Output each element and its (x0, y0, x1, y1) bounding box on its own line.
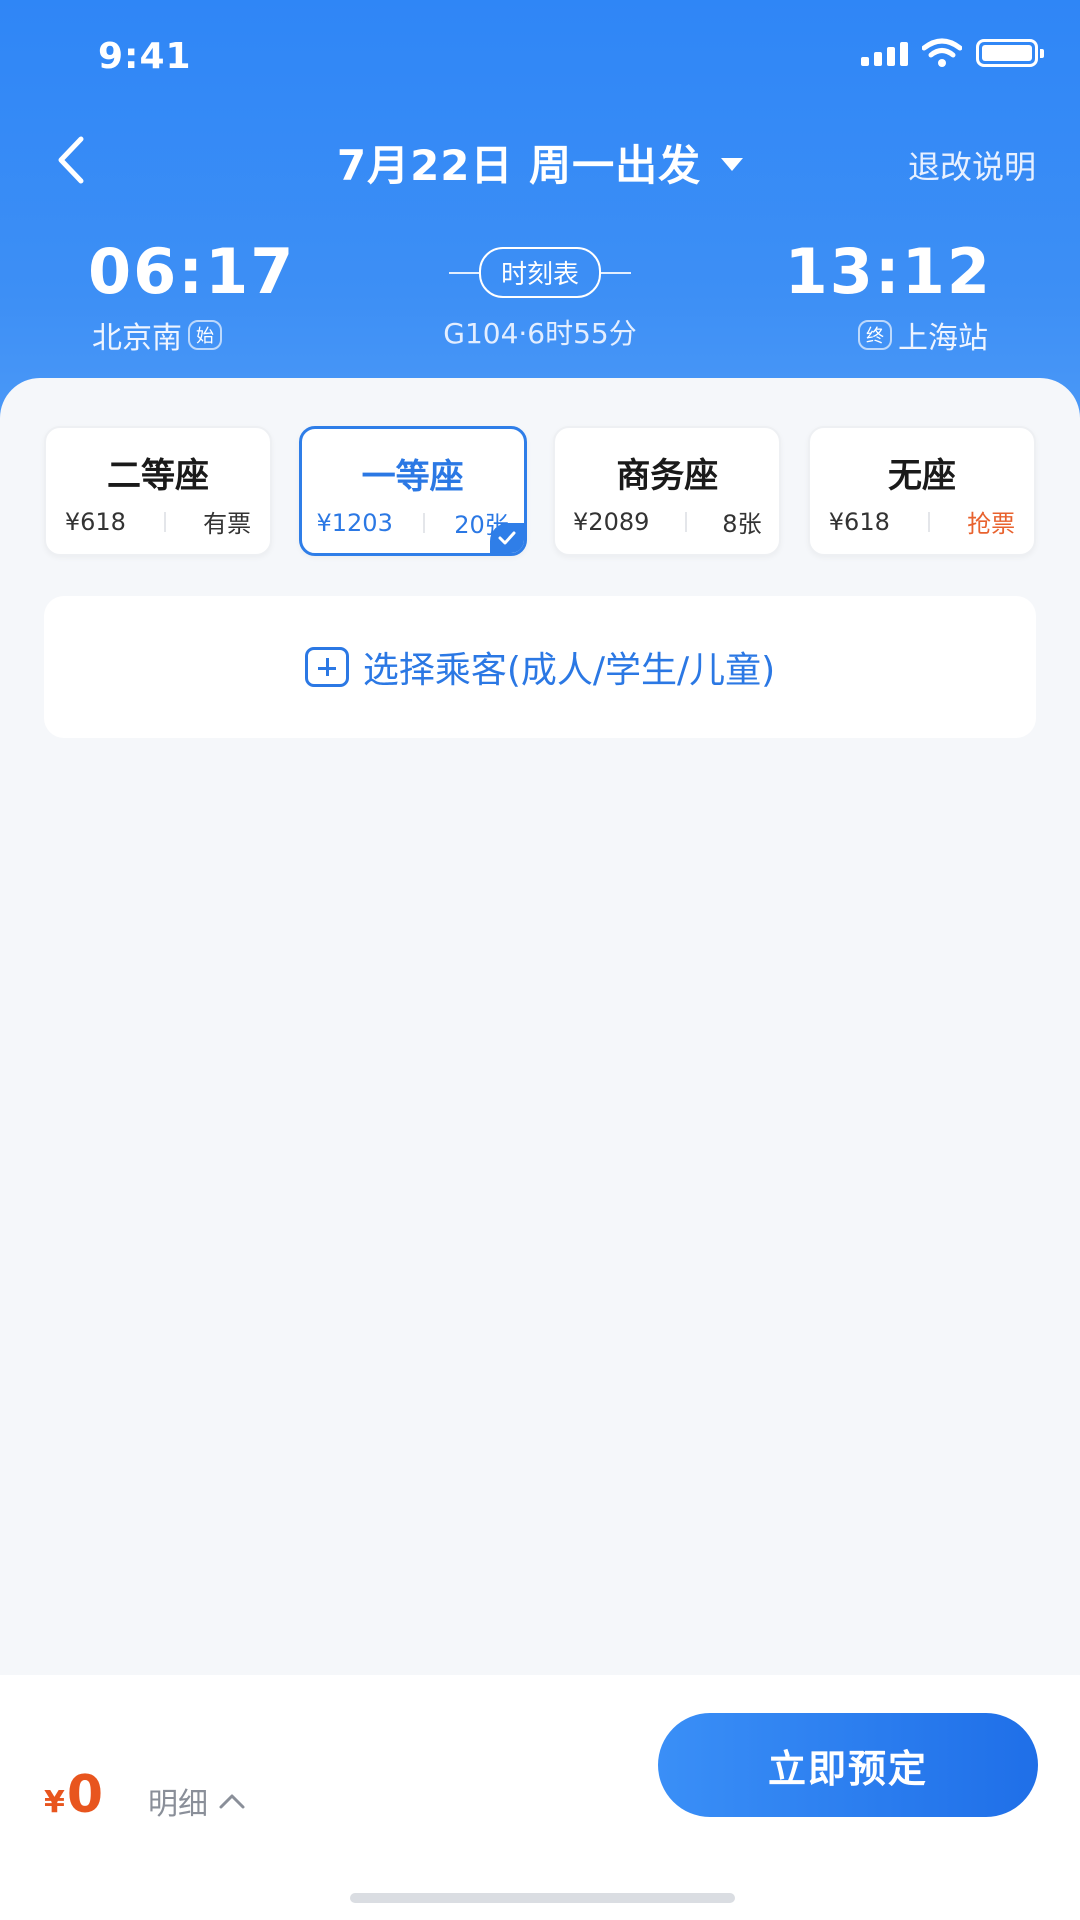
divider (422, 512, 425, 533)
price-detail-toggle[interactable]: 明细 (148, 1779, 246, 1823)
selected-check-icon (489, 523, 524, 553)
arrival-time: 13:12 (784, 235, 992, 308)
caret-down-icon (721, 158, 744, 171)
seat-card-standing[interactable]: 无座 ¥618 抢票 (807, 426, 1036, 556)
seat-availability: 8张 (722, 510, 762, 538)
status-bar: 9:41 (0, 0, 1080, 110)
timetable-line-right (601, 271, 631, 274)
chevron-up-icon (219, 1794, 245, 1809)
date-title: 7月22日 周一出发 (336, 141, 702, 190)
header: 9:41 7月22日 周一出发 退改说明 06:17 北京南 始 时刻表 G10… (0, 0, 1080, 420)
terminal-tag: 终 (858, 320, 892, 350)
battery-icon (976, 39, 1044, 67)
nav-bar: 7月22日 周一出发 退改说明 (0, 120, 1080, 200)
timetable-button[interactable]: 时刻表 (478, 247, 601, 298)
price-value: 0 (66, 1765, 104, 1825)
train-info: G104·6时55分 (443, 317, 637, 350)
divider (163, 511, 166, 532)
seat-name: 一等座 (361, 457, 464, 497)
signal-icon (861, 40, 908, 66)
seat-availability: 有票 (203, 510, 252, 538)
content-area: 二等座 ¥618 有票 一等座 ¥1203 20张 商务座 ¥2089 8张 无… (0, 378, 1080, 1678)
detail-label: 明细 (148, 1787, 208, 1822)
timetable-line-left (448, 271, 479, 274)
grab-ticket-label: 抢票 (967, 510, 1016, 538)
seat-name: 二等座 (107, 456, 209, 496)
status-time: 9:41 (98, 36, 192, 77)
bottom-bar: ¥ 0 明细 立即预定 (0, 1675, 1080, 1920)
select-passenger-button[interactable]: 选择乘客(成人/学生/儿童) (44, 596, 1036, 738)
arrival-station-row: 终 上海站 (858, 313, 988, 357)
seat-price: ¥618 (64, 507, 126, 536)
trip-info: 06:17 北京南 始 时刻表 G104·6时55分 13:12 终 上海站 (0, 235, 1080, 357)
seat-name: 商务座 (616, 456, 719, 496)
seat-name: 无座 (887, 456, 956, 496)
divider (927, 511, 930, 532)
seat-card-first-class[interactable]: 一等座 ¥1203 20张 (298, 426, 527, 556)
status-icons (861, 38, 1044, 68)
seat-price: ¥618 (828, 507, 890, 536)
arrival-station: 上海站 (898, 321, 988, 356)
wifi-icon (922, 38, 962, 67)
home-indicator (350, 1893, 735, 1903)
seat-price: ¥2089 (573, 507, 650, 536)
divider (684, 511, 687, 532)
refund-policy-link[interactable]: 退改说明 (908, 142, 1036, 188)
seat-card-business-class[interactable]: 商务座 ¥2089 8张 (553, 426, 782, 556)
select-passenger-label: 选择乘客(成人/学生/儿童) (362, 650, 776, 691)
seat-price: ¥1203 (316, 508, 393, 537)
book-now-button[interactable]: 立即预定 (658, 1713, 1038, 1817)
seat-class-list: 二等座 ¥618 有票 一等座 ¥1203 20张 商务座 ¥2089 8张 无… (44, 426, 1036, 556)
seat-card-second-class[interactable]: 二等座 ¥618 有票 (44, 426, 272, 556)
price-symbol: ¥ (44, 1785, 65, 1820)
total-price: ¥ 0 (44, 1765, 103, 1825)
add-icon (304, 647, 349, 687)
